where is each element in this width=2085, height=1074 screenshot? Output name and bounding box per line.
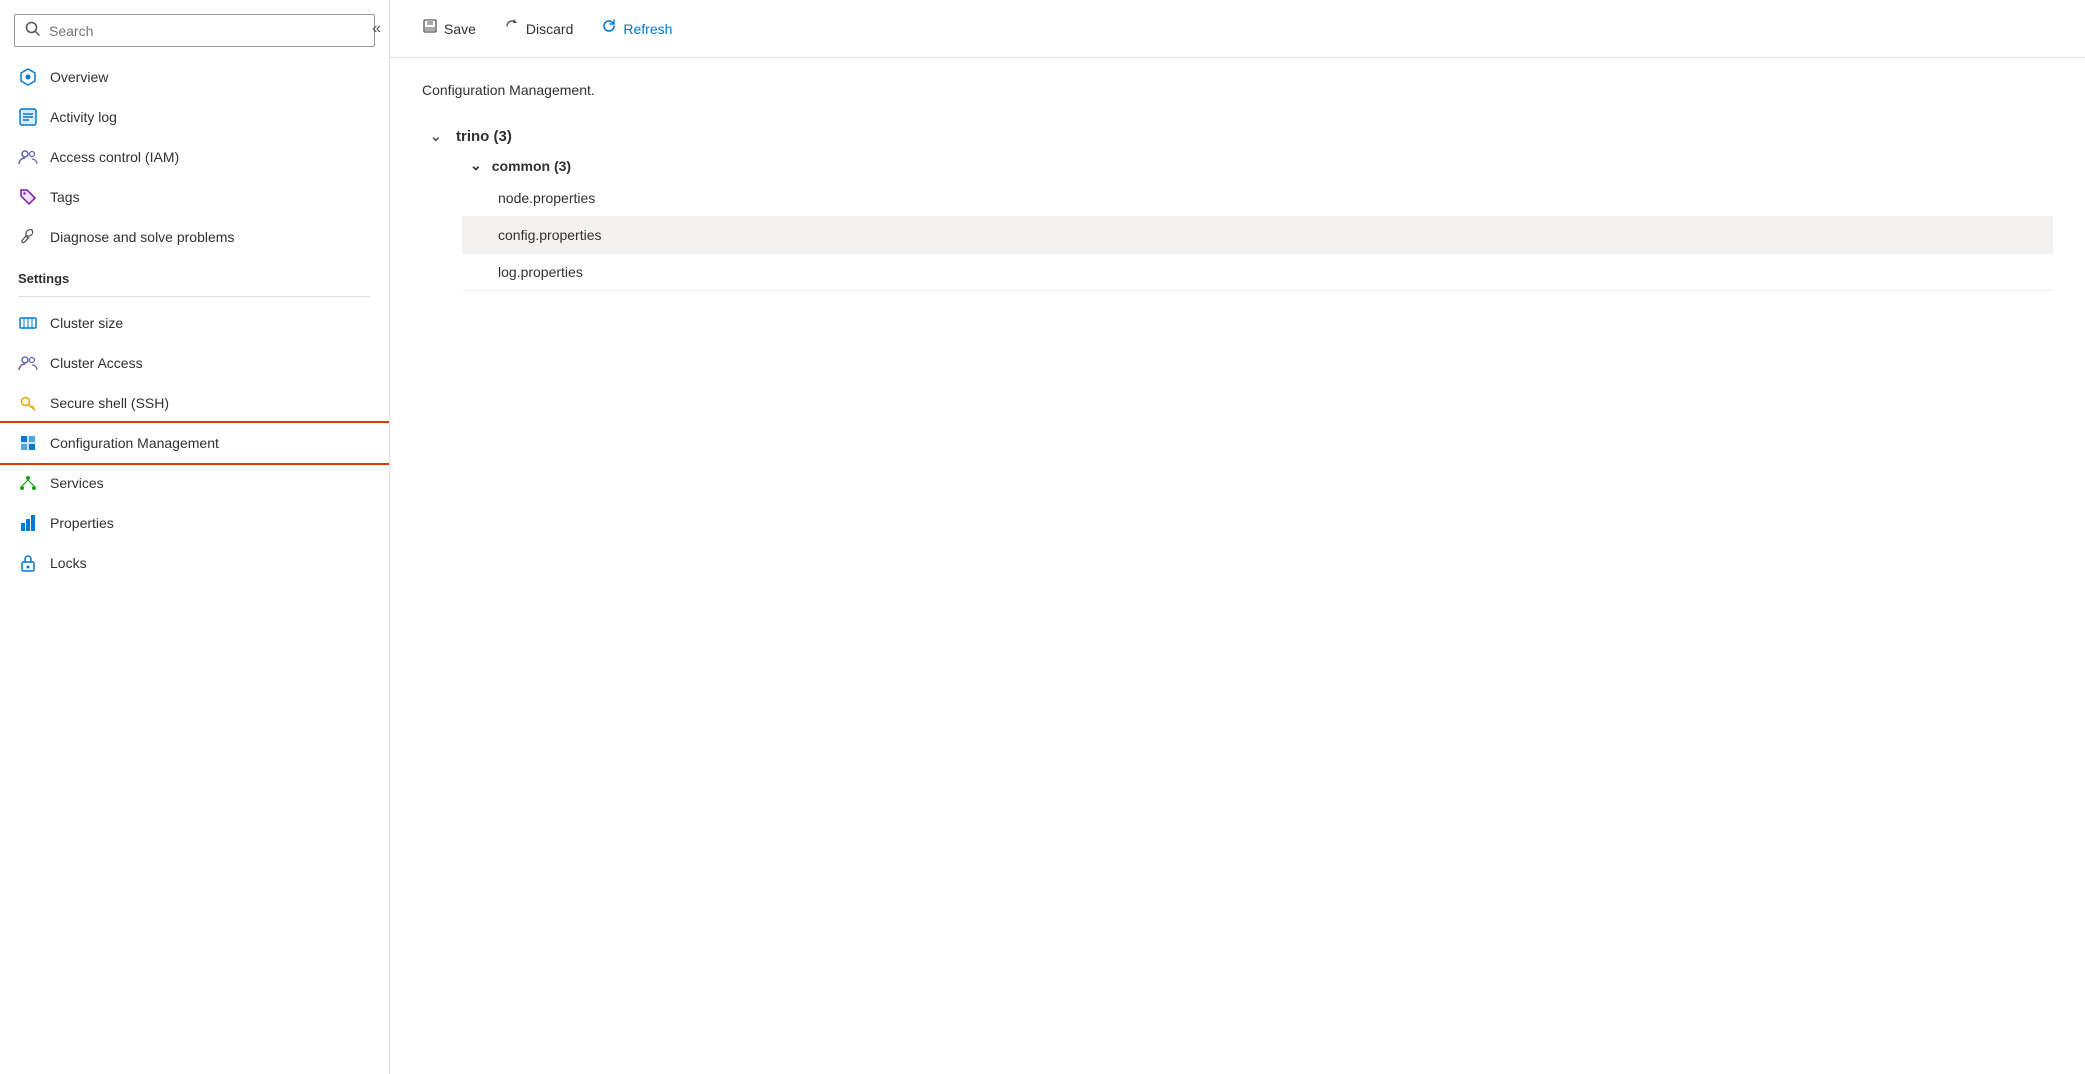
tree-node-common: ⌄ common (3) node.properties config.prop… <box>462 151 2053 291</box>
sidebar-item-tags[interactable]: Tags <box>0 177 389 217</box>
refresh-button[interactable]: Refresh <box>589 12 684 45</box>
toolbar: Save Discard Refresh <box>390 0 2085 58</box>
sidebar-item-access-control[interactable]: Access control (IAM) <box>0 137 389 177</box>
settings-section-label: Settings <box>0 257 389 292</box>
sidebar-item-properties[interactable]: Properties <box>0 503 389 543</box>
tree-sub-common-label: common (3) <box>492 158 571 174</box>
content-title: Configuration Management. <box>422 82 2053 98</box>
tree-leaf-node-properties[interactable]: node.properties <box>462 180 2053 217</box>
tree: ⌄ trino (3) ⌄ common (3) node.properties <box>422 122 2053 291</box>
tag-icon <box>18 187 38 207</box>
sidebar-item-access-control-label: Access control (IAM) <box>50 149 179 165</box>
wrench-icon <box>18 227 38 247</box>
tree-leaf-config-properties[interactable]: config.properties <box>462 217 2053 254</box>
tree-leaf-config-properties-label: config.properties <box>498 227 602 243</box>
sidebar-item-diagnose[interactable]: Diagnose and solve problems <box>0 217 389 257</box>
sidebar-item-services-label: Services <box>50 475 104 491</box>
resize-icon <box>18 313 38 333</box>
sidebar-item-tags-label: Tags <box>50 189 80 205</box>
content-area: Configuration Management. ⌄ trino (3) ⌄ … <box>390 58 2085 1074</box>
sidebar-item-overview-label: Overview <box>50 69 108 85</box>
search-input[interactable] <box>49 23 364 39</box>
sidebar-item-config-management-label: Configuration Management <box>50 435 219 451</box>
settings-divider <box>18 296 371 297</box>
tree-children-trino: ⌄ common (3) node.properties config.prop… <box>422 151 2053 291</box>
sidebar-item-cluster-size[interactable]: Cluster size <box>0 303 389 343</box>
sidebar-item-secure-shell-label: Secure shell (SSH) <box>50 395 169 411</box>
tree-leaf-log-properties[interactable]: log.properties <box>462 254 2053 291</box>
chevron-common-icon: ⌄ <box>470 157 482 174</box>
sidebar-scroll: Overview Activity log <box>0 57 389 1074</box>
search-bar[interactable] <box>14 14 375 47</box>
refresh-icon <box>601 18 617 39</box>
save-icon <box>422 18 438 39</box>
tree-group-trino-label: trino (3) <box>456 128 512 145</box>
collapse-button[interactable]: « <box>364 14 389 44</box>
key-icon <box>18 393 38 413</box>
refresh-label: Refresh <box>623 21 672 37</box>
save-button[interactable]: Save <box>410 12 488 45</box>
sidebar-item-diagnose-label: Diagnose and solve problems <box>50 229 234 245</box>
sidebar-item-cluster-access-label: Cluster Access <box>50 355 143 371</box>
services-icon <box>18 473 38 493</box>
config-icon <box>18 433 38 453</box>
discard-icon <box>504 18 520 39</box>
discard-button[interactable]: Discard <box>492 12 585 45</box>
chevron-trino-icon: ⌄ <box>430 128 446 145</box>
lock-icon <box>18 553 38 573</box>
sidebar-item-services[interactable]: Services <box>0 463 389 503</box>
bar-chart-icon <box>18 513 38 533</box>
list-icon <box>18 107 38 127</box>
sidebar-item-activity-log-label: Activity log <box>50 109 117 125</box>
discard-label: Discard <box>526 21 573 37</box>
sidebar-item-locks-label: Locks <box>50 555 87 571</box>
sidebar-item-secure-shell[interactable]: Secure shell (SSH) <box>0 383 389 423</box>
search-icon <box>25 21 41 40</box>
save-label: Save <box>444 21 476 37</box>
sidebar-item-locks[interactable]: Locks <box>0 543 389 583</box>
sidebar-item-properties-label: Properties <box>50 515 114 531</box>
tree-group-trino[interactable]: ⌄ trino (3) <box>422 122 2053 151</box>
main-content: Save Discard Refresh Configuration Manag… <box>390 0 2085 1074</box>
sidebar-item-overview[interactable]: Overview <box>0 57 389 97</box>
tree-sub-common[interactable]: ⌄ common (3) <box>462 151 2053 180</box>
sidebar: « Overview Activity l <box>0 0 390 1074</box>
sidebar-item-activity-log[interactable]: Activity log <box>0 97 389 137</box>
tree-leaf-node-properties-label: node.properties <box>498 190 595 206</box>
people2-icon <box>18 353 38 373</box>
people-icon <box>18 147 38 167</box>
tree-node-trino: ⌄ trino (3) ⌄ common (3) node.properties <box>422 122 2053 291</box>
sidebar-item-cluster-size-label: Cluster size <box>50 315 123 331</box>
hexagon-icon <box>18 67 38 87</box>
tree-leaf-log-properties-label: log.properties <box>498 264 583 280</box>
sidebar-item-config-management[interactable]: Configuration Management <box>0 423 389 463</box>
sidebar-item-cluster-access[interactable]: Cluster Access <box>0 343 389 383</box>
